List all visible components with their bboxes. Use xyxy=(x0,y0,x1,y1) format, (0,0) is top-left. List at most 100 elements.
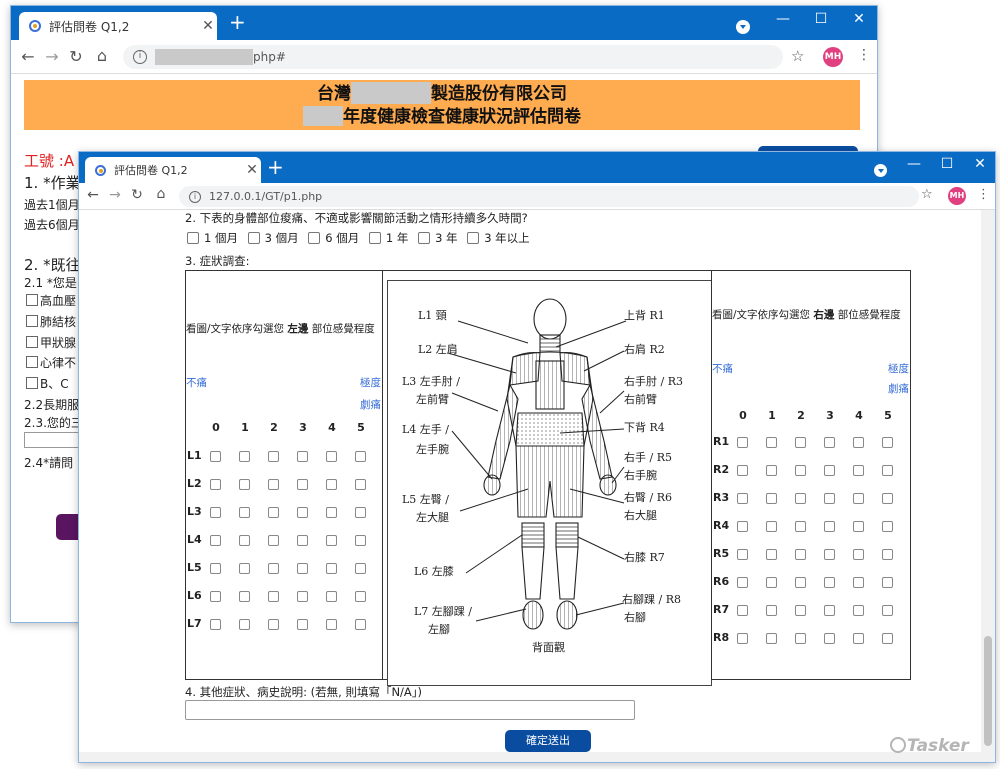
duration-checkbox[interactable] xyxy=(308,232,321,244)
duration-option-6m[interactable]: 6 個月 xyxy=(308,231,359,245)
maximize-button[interactable]: ☐ xyxy=(938,156,956,172)
profile-avatar[interactable]: MH xyxy=(823,47,843,67)
right-checkbox-r2-5[interactable] xyxy=(882,465,893,476)
left-checkbox-l4-1[interactable] xyxy=(239,535,250,546)
right-checkbox-r3-1[interactable] xyxy=(766,493,777,504)
left-checkbox-l6-3[interactable] xyxy=(297,591,308,602)
right-checkbox-r2-2[interactable] xyxy=(795,465,806,476)
extension-icon[interactable] xyxy=(736,20,750,34)
minimize-button[interactable]: — xyxy=(773,11,793,27)
left-checkbox-l5-3[interactable] xyxy=(297,563,308,574)
right-checkbox-r4-1[interactable] xyxy=(766,521,777,532)
left-checkbox-l7-2[interactable] xyxy=(268,619,279,630)
back-checkbox[interactable] xyxy=(26,294,38,306)
back-tab[interactable]: 評估問卷 Q1,2 ✕ xyxy=(19,12,217,40)
back-item-0[interactable]: 高血壓 xyxy=(26,292,76,309)
menu-kebab-icon[interactable]: ⋮ xyxy=(977,187,990,202)
back-text-input[interactable] xyxy=(24,432,84,448)
right-checkbox-r7-2[interactable] xyxy=(795,605,806,616)
reload-icon[interactable]: ↻ xyxy=(67,47,85,66)
left-checkbox-l4-5[interactable] xyxy=(355,535,366,546)
left-checkbox-l5-4[interactable] xyxy=(326,563,337,574)
right-checkbox-r6-3[interactable] xyxy=(824,577,835,588)
left-checkbox-l1-4[interactable] xyxy=(326,451,337,462)
close-window-button[interactable]: ✕ xyxy=(971,156,989,172)
menu-kebab-icon[interactable]: ⋮ xyxy=(857,47,871,63)
left-checkbox-l7-1[interactable] xyxy=(239,619,250,630)
left-checkbox-l3-5[interactable] xyxy=(355,507,366,518)
back-checkbox[interactable] xyxy=(26,336,38,348)
right-checkbox-r6-5[interactable] xyxy=(882,577,893,588)
right-checkbox-r7-0[interactable] xyxy=(737,605,748,616)
front-tab[interactable]: 評估問卷 Q1,2 ✕ xyxy=(85,157,261,183)
submit-button[interactable]: 確定送出 xyxy=(505,730,591,752)
duration-option-1m[interactable]: 1 個月 xyxy=(187,231,238,245)
minimize-button[interactable]: — xyxy=(905,156,923,172)
left-checkbox-l6-5[interactable] xyxy=(355,591,366,602)
right-checkbox-r4-5[interactable] xyxy=(882,521,893,532)
close-tab-icon[interactable]: ✕ xyxy=(243,162,261,178)
right-checkbox-r2-0[interactable] xyxy=(737,465,748,476)
back-item-2[interactable]: 甲狀腺 xyxy=(26,334,76,351)
back-arrow-icon[interactable]: ← xyxy=(85,187,101,203)
right-checkbox-r4-2[interactable] xyxy=(795,521,806,532)
close-window-button[interactable]: ✕ xyxy=(849,11,869,27)
back-checkbox[interactable] xyxy=(26,315,38,327)
left-checkbox-l3-4[interactable] xyxy=(326,507,337,518)
right-checkbox-r5-2[interactable] xyxy=(795,549,806,560)
left-checkbox-l4-0[interactable] xyxy=(210,535,221,546)
right-checkbox-r8-0[interactable] xyxy=(737,633,748,644)
left-checkbox-l6-4[interactable] xyxy=(326,591,337,602)
duration-checkbox[interactable] xyxy=(418,232,431,244)
bookmark-star-icon[interactable]: ☆ xyxy=(791,47,804,65)
new-tab-button[interactable]: + xyxy=(229,10,246,34)
horizontal-scrollbar[interactable] xyxy=(79,752,981,762)
left-checkbox-l1-1[interactable] xyxy=(239,451,250,462)
maximize-button[interactable]: ☐ xyxy=(811,11,831,27)
back-checkbox[interactable] xyxy=(26,356,38,368)
vertical-scrollbar[interactable] xyxy=(981,210,995,762)
right-checkbox-r5-3[interactable] xyxy=(824,549,835,560)
right-checkbox-r1-2[interactable] xyxy=(795,437,806,448)
left-checkbox-l6-2[interactable] xyxy=(268,591,279,602)
left-checkbox-l1-5[interactable] xyxy=(355,451,366,462)
right-checkbox-r8-5[interactable] xyxy=(882,633,893,644)
right-checkbox-r1-1[interactable] xyxy=(766,437,777,448)
left-checkbox-l6-0[interactable] xyxy=(210,591,221,602)
right-checkbox-r4-4[interactable] xyxy=(853,521,864,532)
right-checkbox-r5-1[interactable] xyxy=(766,549,777,560)
reload-icon[interactable]: ↻ xyxy=(129,187,145,203)
right-checkbox-r5-4[interactable] xyxy=(853,549,864,560)
forward-arrow-icon[interactable]: → xyxy=(43,47,61,66)
right-checkbox-r4-0[interactable] xyxy=(737,521,748,532)
left-checkbox-l3-2[interactable] xyxy=(268,507,279,518)
right-checkbox-r8-1[interactable] xyxy=(766,633,777,644)
right-checkbox-r1-3[interactable] xyxy=(824,437,835,448)
home-icon[interactable]: ⌂ xyxy=(93,46,111,65)
right-checkbox-r3-0[interactable] xyxy=(737,493,748,504)
left-checkbox-l2-1[interactable] xyxy=(239,479,250,490)
right-checkbox-r3-5[interactable] xyxy=(882,493,893,504)
right-checkbox-r2-4[interactable] xyxy=(853,465,864,476)
left-checkbox-l3-1[interactable] xyxy=(239,507,250,518)
left-checkbox-l5-1[interactable] xyxy=(239,563,250,574)
right-checkbox-r1-0[interactable] xyxy=(737,437,748,448)
left-checkbox-l3-0[interactable] xyxy=(210,507,221,518)
left-checkbox-l7-3[interactable] xyxy=(297,619,308,630)
other-symptoms-input[interactable] xyxy=(185,700,635,720)
right-checkbox-r1-5[interactable] xyxy=(882,437,893,448)
right-checkbox-r7-5[interactable] xyxy=(882,605,893,616)
back-address-bar[interactable]: i php# xyxy=(123,45,783,69)
right-checkbox-r3-3[interactable] xyxy=(824,493,835,504)
right-checkbox-r4-3[interactable] xyxy=(824,521,835,532)
right-checkbox-r6-2[interactable] xyxy=(795,577,806,588)
home-icon[interactable]: ⌂ xyxy=(153,186,169,202)
left-checkbox-l6-1[interactable] xyxy=(239,591,250,602)
right-checkbox-r6-0[interactable] xyxy=(737,577,748,588)
back-item-1[interactable]: 肺結核 xyxy=(26,313,76,330)
duration-checkbox[interactable] xyxy=(467,232,480,244)
left-checkbox-l1-2[interactable] xyxy=(268,451,279,462)
left-checkbox-l2-4[interactable] xyxy=(326,479,337,490)
left-checkbox-l7-4[interactable] xyxy=(326,619,337,630)
duration-option-3y[interactable]: 3 年 xyxy=(418,231,458,245)
